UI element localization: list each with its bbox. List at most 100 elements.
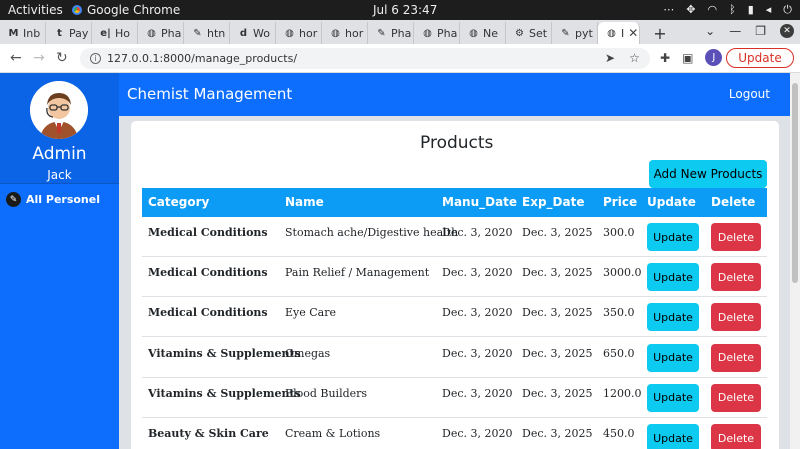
browser-tab[interactable]: ✎ Pha <box>368 22 414 44</box>
browser-tab[interactable]: t Pay <box>46 22 92 44</box>
activities-button[interactable]: Activities <box>8 3 63 17</box>
chrome-update-button[interactable]: Update <box>726 48 794 68</box>
tab-favicon-icon: ◍ <box>147 27 156 39</box>
new-tab-button[interactable]: + <box>648 22 672 44</box>
bookmark-star-icon[interactable]: ☆ <box>629 51 640 65</box>
system-tray[interactable]: ⋯ ✥ ◠ ᛒ ▮ ◂ ⏻ <box>663 3 792 17</box>
cell-price: 450.0 <box>603 427 635 440</box>
tab-favicon-icon: ◍ <box>469 27 478 39</box>
col-category: Category <box>148 195 210 209</box>
tab-label: Pha <box>161 26 182 40</box>
minimize-icon[interactable]: — <box>729 24 741 38</box>
page-scrollbar[interactable] <box>790 73 800 449</box>
tab-label: Ne <box>483 26 498 40</box>
browser-tab[interactable]: ◍ I ✕ <box>598 22 640 44</box>
tab-favicon-icon: ◍ <box>331 27 340 39</box>
maximize-icon[interactable]: ❐ <box>755 24 766 38</box>
close-window-icon[interactable]: ✕ <box>780 24 794 38</box>
admin-avatar <box>30 81 88 139</box>
col-manu-date: Manu_Date <box>442 195 518 209</box>
app-name: Google Chrome <box>87 3 181 17</box>
tab-close-icon[interactable]: ✕ <box>628 26 638 40</box>
cell-exp-date: Dec. 3, 2025 <box>522 266 593 280</box>
tab-label: I <box>621 26 625 40</box>
tab-search-icon[interactable]: ⌄ <box>705 24 715 38</box>
app-menu[interactable]: Google Chrome <box>72 3 180 17</box>
scrollbar-thumb[interactable] <box>792 83 798 283</box>
cell-exp-date: Dec. 3, 2025 <box>522 386 593 400</box>
browser-tab[interactable]: ◍ hor <box>276 22 322 44</box>
browser-tab[interactable]: ✎ pyt <box>552 22 598 44</box>
browser-tab[interactable]: ✎ htn <box>184 22 230 44</box>
address-bar[interactable]: i 127.0.0.1:8000/manage_products/ <box>80 48 650 69</box>
back-icon[interactable]: ← <box>10 50 22 66</box>
add-new-products-button[interactable]: Add New Products <box>649 160 767 188</box>
clock[interactable]: Jul 6 23:47 <box>373 3 437 17</box>
tab-label: hor <box>299 26 318 40</box>
brand-title[interactable]: Chemist Management <box>127 85 292 103</box>
tab-label: Pay <box>69 26 89 40</box>
cell-category: Beauty & Skin Care <box>148 427 269 440</box>
update-button[interactable]: Update <box>647 343 699 372</box>
logout-link[interactable]: Logout <box>729 87 770 101</box>
browser-tab[interactable]: ◍ Ne <box>460 22 506 44</box>
browser-tab[interactable]: e| Ho <box>92 22 138 44</box>
tab-favicon-icon: d <box>239 27 248 39</box>
tab-label: Pha <box>437 26 458 40</box>
delete-button[interactable]: Delete <box>711 303 761 332</box>
cell-price: 350.0 <box>603 306 635 320</box>
tab-label: Wo <box>253 26 270 40</box>
delete-button[interactable]: Delete <box>711 383 761 412</box>
tab-label: Pha <box>391 26 412 40</box>
browser-tab[interactable]: M Inb <box>0 22 46 44</box>
extensions-icon[interactable]: ✚ <box>660 51 670 65</box>
browser-tab[interactable]: ⚙ Set <box>506 22 552 44</box>
table-row: Medical Conditions Pain Relief / Manageme… <box>142 257 767 298</box>
site-info-icon[interactable]: i <box>90 53 101 64</box>
browser-tab[interactable]: ◍ hor <box>322 22 368 44</box>
col-exp-date: Exp_Date <box>522 195 585 209</box>
delete-button[interactable]: Delete <box>711 343 761 372</box>
browser-tab[interactable]: ◍ Pha <box>414 22 460 44</box>
delete-button[interactable]: Delete <box>711 263 761 292</box>
cell-name: Cream & Lotions <box>285 427 381 440</box>
battery-icon: ▮ <box>747 3 754 16</box>
update-button[interactable]: Update <box>647 424 699 449</box>
delete-button[interactable]: Delete <box>711 223 761 251</box>
cell-exp-date: Dec. 3, 2025 <box>522 427 593 440</box>
tab-label: Ho <box>115 26 131 40</box>
update-button[interactable]: Update <box>647 383 699 412</box>
cell-category: Medical Conditions <box>148 266 268 280</box>
browser-tab[interactable]: d Wo <box>230 22 276 44</box>
omnibox-actions: ➤ ☆ <box>605 51 640 65</box>
tab-favicon-icon: ✎ <box>193 27 202 39</box>
update-button[interactable]: Update <box>647 263 699 292</box>
tab-favicon-icon: ◍ <box>423 27 432 39</box>
admin-title: Admin <box>32 144 87 164</box>
sidebar-item-all-personel[interactable]: ✎ All Personel <box>6 192 100 207</box>
tab-favicon-icon: ✎ <box>377 27 386 39</box>
col-delete: Delete <box>711 195 756 209</box>
cell-manu-date: Dec. 3, 2020 <box>442 306 513 320</box>
tab-label: Inb <box>23 26 41 40</box>
tab-favicon-icon: ✎ <box>561 27 570 39</box>
browser-tab[interactable]: ◍ Pha <box>138 22 184 44</box>
bluetooth-icon: ᛒ <box>729 3 736 16</box>
tab-favicon-icon: ◍ <box>607 27 616 39</box>
table-row: Medical Conditions Stomach ache/Digestive… <box>142 217 767 257</box>
cell-exp-date: Dec. 3, 2025 <box>522 306 593 320</box>
col-update: Update <box>647 195 696 209</box>
profile-avatar[interactable]: J <box>705 49 723 66</box>
system-top-bar: Activities Google Chrome Jul 6 23:47 ⋯ ✥… <box>0 0 800 20</box>
side-panel-icon[interactable]: ▣ <box>682 51 693 65</box>
send-icon[interactable]: ➤ <box>605 51 615 65</box>
reload-icon[interactable]: ↻ <box>56 50 68 66</box>
update-button[interactable]: Update <box>647 223 699 251</box>
delete-button[interactable]: Delete <box>711 424 761 449</box>
forward-icon[interactable]: → <box>33 50 45 66</box>
cell-category: Medical Conditions <box>148 226 268 239</box>
update-button[interactable]: Update <box>647 303 699 332</box>
chrome-icon <box>72 5 82 15</box>
more-menu-icon[interactable]: ⋮ <box>796 51 800 62</box>
table-row: Beauty & Skin Care Cream & Lotions Dec. 3,… <box>142 418 767 449</box>
